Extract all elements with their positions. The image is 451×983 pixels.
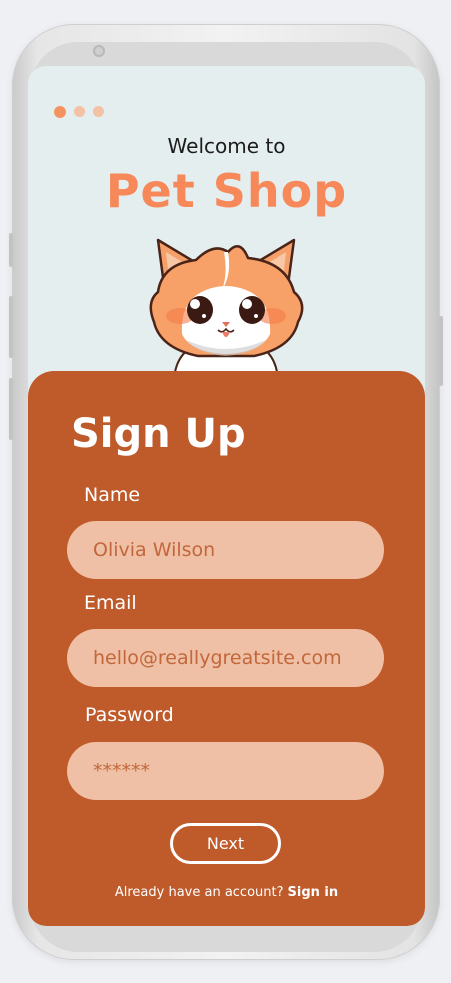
phone-volume-down-button	[9, 378, 13, 440]
email-field[interactable]	[67, 629, 384, 687]
phone-power-button	[439, 316, 443, 386]
app-stage: Welcome to Pet Shop Sign Up Name Olivia …	[0, 0, 451, 983]
phone-volume-up-button	[9, 296, 13, 358]
phone-screen: Welcome to Pet Shop Sign Up Name Olivia …	[28, 66, 425, 926]
signup-card: Sign Up Name Email Password Next Already…	[28, 371, 425, 926]
signin-prompt: Already have an account? Sign in	[28, 885, 425, 900]
signin-prompt-text: Already have an account?	[114, 885, 284, 900]
name-field[interactable]	[67, 521, 384, 579]
signup-title: Sign Up	[71, 411, 246, 457]
phone-side-button	[9, 233, 13, 267]
password-label: Password	[85, 704, 174, 726]
page-dot[interactable]	[74, 106, 85, 117]
name-label: Name	[84, 484, 141, 506]
cat-mascot-icon	[149, 238, 304, 380]
welcome-text: Welcome to	[167, 134, 286, 158]
camera-icon	[93, 45, 105, 57]
email-label: Email	[84, 592, 137, 614]
brand-title: Pet Shop	[105, 164, 348, 218]
page-dot[interactable]	[93, 106, 104, 117]
next-button[interactable]: Next	[170, 823, 281, 864]
page-dot-active[interactable]	[54, 105, 66, 118]
password-field[interactable]	[67, 742, 384, 800]
page-indicator	[54, 105, 104, 118]
signin-link[interactable]: Sign in	[288, 885, 339, 900]
